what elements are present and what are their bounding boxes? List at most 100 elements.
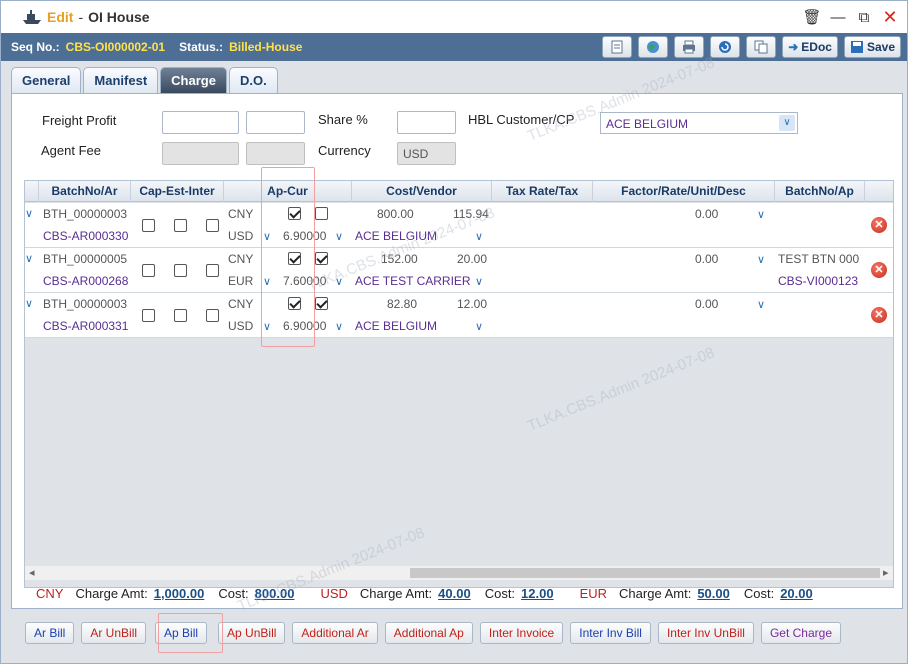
vendor[interactable]: ACE BELGIUM [355,319,437,333]
est-checkbox[interactable] [174,309,187,322]
freight-profit-input-2[interactable] [246,111,305,134]
additional-ap-button[interactable]: Additional Ap [384,622,473,644]
expand-icon[interactable]: ∨ [25,297,33,310]
ap-currency[interactable]: USD [228,229,253,243]
cost-tax[interactable]: 115.94 [453,207,489,221]
ar-unbill-button[interactable]: Ar UnBill [81,622,147,644]
agent-fee-label: Agent Fee [41,143,101,158]
ap-cur-checkbox[interactable] [315,252,328,265]
chevron-down-icon[interactable]: ∨ [475,230,483,243]
ap-currency[interactable]: USD [228,319,253,333]
minimize-icon[interactable]: — [829,8,847,26]
factor[interactable]: 0.00 [695,252,718,266]
cap-checkbox[interactable] [142,264,155,277]
chevron-down-icon[interactable]: ∨ [335,320,343,333]
batch-ap: TEST BTN 000 [778,252,860,266]
vendor[interactable]: ACE BELGIUM [355,229,437,243]
expand-icon[interactable]: ∨ [25,252,33,265]
inter-checkbox[interactable] [206,309,219,322]
ap-number[interactable]: CBS-VI000123 [778,274,862,288]
printer-icon [683,40,696,54]
trash-icon[interactable]: 🗑 [802,8,821,26]
cost-amount[interactable]: 152.00 [381,252,418,266]
chevron-down-icon[interactable]: ∨ [335,275,343,288]
hbl-customer-select[interactable]: ACE BELGIUM ∨ [600,112,798,134]
cost-tax[interactable]: 12.00 [457,297,487,311]
table-row[interactable]: ∨ BTH_00000003 CBS-AR000330 CNY USD ∨ 6.… [25,203,893,248]
share-input[interactable] [397,111,456,134]
charge-currency: CNY [228,252,254,266]
vendor[interactable]: ACE TEST CARRIER [355,274,473,288]
inter-checkbox[interactable] [206,219,219,232]
chevron-down-icon[interactable]: ∨ [757,253,765,266]
table-row[interactable]: ∨ BTH_00000005 CBS-AR000268 CNY EUR ∨ 7.… [25,248,893,293]
currency-value: USD [403,147,429,161]
cost-value[interactable]: 20.00 [780,586,813,601]
get-charge-button[interactable]: Get Charge [760,622,842,644]
est-checkbox[interactable] [174,264,187,277]
copy-button[interactable] [746,36,777,58]
est-checkbox[interactable] [174,219,187,232]
chevron-down-icon[interactable]: ∨ [757,298,765,311]
save-button[interactable]: Save [843,36,901,58]
ap-currency[interactable]: EUR [228,274,253,288]
cost-amount[interactable]: 82.80 [387,297,417,311]
edoc-button[interactable]: ➜ EDoc [782,36,838,58]
ap-cur-checkbox[interactable] [315,207,328,220]
refresh-button[interactable] [710,36,741,58]
cap-checkbox[interactable] [142,309,155,322]
inter-inv-bill-button[interactable]: Inter Inv Bill [570,622,651,644]
ap-unbill-button[interactable]: Ap UnBill [218,622,286,644]
currency-label: Currency [318,143,371,158]
tab-general[interactable]: General [11,67,82,93]
ship-icon [23,10,41,24]
cost-tax[interactable]: 20.00 [457,252,487,266]
ar-number[interactable]: CBS-AR000330 [43,229,128,243]
chevron-down-icon[interactable]: ∨ [779,115,795,131]
tab-charge[interactable]: Charge [160,67,227,93]
scrollbar-thumb[interactable] [410,568,880,578]
tab-manifest[interactable]: Manifest [83,67,159,93]
delete-row-icon[interactable]: ✕ [871,217,887,233]
delete-row-icon[interactable]: ✕ [871,307,887,323]
cost-value[interactable]: 12.00 [521,586,554,601]
document-icon [611,40,623,54]
expand-icon[interactable]: ∨ [25,207,33,220]
hbl-customer-label: HBL Customer/CP [468,112,575,127]
print-button[interactable] [674,36,705,58]
chevron-down-icon[interactable]: ∨ [757,208,765,221]
additional-ar-button[interactable]: Additional Ar [292,622,378,644]
charge-amt-value[interactable]: 40.00 [438,586,471,601]
table-row[interactable]: ∨ BTH_00000003 CBS-AR000331 CNY USD ∨ 6.… [25,293,893,338]
document-button[interactable] [602,36,633,58]
ar-number[interactable]: CBS-AR000268 [43,274,128,288]
ar-bill-button[interactable]: Ar Bill [25,622,75,644]
chevron-down-icon[interactable]: ∨ [475,275,483,288]
header-batch-ar: BatchNo/Ar [39,181,131,202]
charge-amt-value[interactable]: 1,000.00 [154,586,205,601]
globe-button[interactable] [638,36,669,58]
close-icon[interactable]: ✕ [881,7,899,27]
inter-invoice-button[interactable]: Inter Invoice [479,622,564,644]
maximize-icon[interactable]: ⧉ [855,8,873,26]
chevron-down-icon[interactable]: ∨ [475,320,483,333]
cost-amount[interactable]: 800.00 [377,207,414,221]
delete-row-icon[interactable]: ✕ [871,262,887,278]
inter-checkbox[interactable] [206,264,219,277]
factor[interactable]: 0.00 [695,207,718,221]
tab-do[interactable]: D.O. [228,67,278,93]
charge-amt-value[interactable]: 50.00 [697,586,730,601]
ap-bill-highlight [158,613,223,653]
cap-checkbox[interactable] [142,219,155,232]
freight-profit-input[interactable] [162,111,239,134]
cost-value[interactable]: 800.00 [255,586,295,601]
chevron-down-icon[interactable]: ∨ [335,230,343,243]
ap-cur-checkbox[interactable] [315,297,328,310]
inter-inv-unbill-button[interactable]: Inter Inv UnBill [657,622,754,644]
factor[interactable]: 0.00 [695,297,718,311]
cost-label: Cost: [743,585,775,601]
ar-number[interactable]: CBS-AR000331 [43,319,128,333]
grid-header: BatchNo/Ar Cap-Est-Inter Ap-Cur Cost/Ven… [25,181,893,202]
freight-profit-label: Freight Profit [42,113,117,128]
charge-currency: CNY [228,297,254,311]
